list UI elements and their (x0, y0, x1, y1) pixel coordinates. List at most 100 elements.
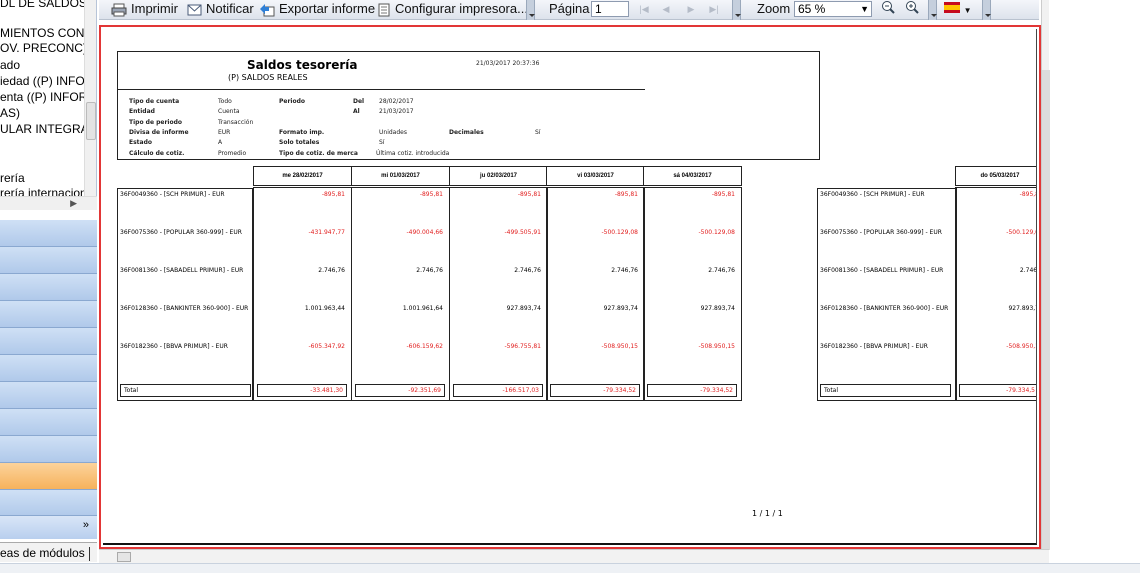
tree-item[interactable]: MIENTOS CONC (0, 26, 93, 41)
account-name: 36F0128360 - [BANKINTER 360-900] - EUR (820, 305, 949, 312)
export-report-button[interactable]: Exportar informe (259, 0, 375, 19)
tree-item[interactable]: DL DE SALDOS) (0, 0, 91, 11)
viewer-horizontal-scrollbar[interactable] (99, 549, 1049, 563)
balance-value: -895,81 (711, 191, 735, 198)
balance-value: 1.001.963,44 (304, 305, 345, 312)
module-button[interactable] (0, 409, 97, 436)
module-button[interactable] (0, 355, 97, 382)
module-overflow-bar[interactable]: » (0, 515, 97, 539)
scroll-thumb[interactable] (1042, 70, 1050, 550)
toolbar-grip[interactable] (732, 0, 741, 20)
total-value: -79.334,52 (550, 384, 640, 397)
balance-value: -895,81 (419, 191, 443, 198)
account-name: 36F0128360 - [BANKINTER 360-900] - EUR (120, 305, 249, 312)
module-button[interactable] (0, 436, 97, 463)
report-toolbar: Imprimir Notificar Exportar informe Conf… (99, 0, 1039, 20)
balance-value: -500.129,08 (698, 229, 735, 236)
zoom-in-button[interactable] (905, 0, 919, 19)
page-number-input[interactable]: 1 (591, 1, 629, 17)
viewer-vertical-scrollbar[interactable] (1041, 0, 1050, 550)
balances-table: me 28/02/2017 mi 01/03/2017 ju 02/03/2017 v… (103, 29, 1037, 543)
zoom-in-icon (906, 1, 919, 14)
module-button[interactable] (0, 274, 97, 301)
account-name: 36F0081360 - [SABADELL PRIMUR] - EUR (820, 267, 944, 274)
module-button[interactable] (0, 328, 97, 355)
column-header: mi 01/03/2017 (351, 166, 450, 186)
balance-value: 927.893,74 (603, 305, 638, 312)
report-page: Saldos tesorería (P) SALDOS REALES 21/03… (103, 29, 1037, 545)
balance-value: -499.505,91 (504, 229, 541, 236)
balance-value: -508.950,1 (1006, 343, 1037, 350)
toolbar-grip[interactable] (928, 0, 937, 20)
print-label: Imprimir (131, 1, 178, 16)
previous-page-icon[interactable]: ◀ (659, 2, 673, 16)
total-value: -79.334,5 (959, 384, 1036, 397)
total-value: -166.517,03 (453, 384, 543, 397)
last-page-icon[interactable]: ▶| (707, 2, 721, 16)
tree-horizontal-scrollbar[interactable]: ▶ (0, 196, 97, 210)
modules-tab-label: eas de módulos (0, 546, 85, 560)
modules-tab[interactable]: eas de módulos (0, 542, 97, 562)
navigation-tree[interactable]: DL DE SALDOS) MIENTOS CONC OV. PRECONC) … (0, 0, 97, 196)
tree-item[interactable]: OV. PRECONC) (0, 41, 87, 56)
balance-value: 927.893,74 (700, 305, 735, 312)
tree-item[interactable]: rería (0, 171, 25, 186)
notify-button[interactable]: Notificar (187, 0, 254, 19)
dropdown-arrow-icon[interactable]: ▼ (964, 6, 972, 15)
balance-value: 2.746, (1019, 267, 1037, 274)
configure-printer-button[interactable]: Configurar impresora... (377, 0, 528, 19)
tree-vertical-scrollbar[interactable] (84, 0, 96, 196)
balance-value: -895,81 (517, 191, 541, 198)
scroll-thumb[interactable] (117, 552, 131, 562)
total-label: Total (120, 384, 251, 397)
tree-item[interactable]: ado (0, 58, 20, 73)
total-value: -33.481,30 (257, 384, 347, 397)
account-name: 36F0182360 - [BBVA PRIMUR] - EUR (820, 343, 928, 350)
language-selector[interactable]: ▼ (944, 0, 972, 19)
balance-value: 2.746,76 (708, 267, 735, 274)
balance-value: 2.746,76 (318, 267, 345, 274)
column-header: do 05/03/2017 (955, 166, 1036, 186)
tree-item[interactable]: AS) (0, 106, 20, 121)
first-page-icon[interactable]: |◀ (637, 2, 651, 16)
tree-item[interactable]: rería internacion (0, 186, 87, 196)
column-header: sá 04/03/2017 (643, 166, 742, 186)
page-setup-icon (378, 3, 390, 17)
scroll-thumb[interactable] (86, 102, 96, 140)
balance-value: 2.746,76 (611, 267, 638, 274)
balance-value: -490.004,66 (406, 229, 443, 236)
module-button[interactable] (0, 490, 97, 517)
export-icon (260, 3, 275, 17)
module-button[interactable] (0, 382, 97, 409)
tree-item[interactable]: iedad ((P) INFOR (0, 74, 93, 89)
toolbar-grip[interactable] (526, 0, 535, 20)
config-label: Configurar impresora... (395, 1, 528, 16)
balance-value: 927.893,74 (506, 305, 541, 312)
module-button[interactable] (0, 247, 97, 274)
tree-item[interactable]: enta ((P) INFORM (0, 90, 96, 105)
balance-value: -596.755,81 (504, 343, 541, 350)
next-page-icon[interactable]: ▶ (684, 2, 698, 16)
column-header: me 28/02/2017 (253, 166, 352, 186)
zoom-out-button[interactable] (881, 0, 895, 19)
dropdown-arrow-icon[interactable]: ▼ (860, 2, 869, 16)
module-button-selected[interactable] (0, 463, 97, 490)
account-name: 36F0081360 - [SABADELL PRIMUR] - EUR (120, 267, 244, 274)
print-button[interactable]: Imprimir (111, 0, 178, 19)
envelope-icon (187, 4, 202, 16)
account-name: 36F0049360 - [SCH PRIMUR] - EUR (120, 191, 225, 198)
double-chevron-icon[interactable]: » (83, 519, 89, 531)
balance-value: -895,81 (614, 191, 638, 198)
scroll-right-icon[interactable]: ▶ (70, 198, 77, 209)
column-header: vi 03/03/2017 (546, 166, 645, 186)
account-name: 36F0075360 - [POPULAR 360-999] - EUR (820, 229, 942, 236)
balance-value: -500.129,0 (1006, 229, 1037, 236)
spain-flag-icon (944, 2, 960, 13)
module-button[interactable] (0, 301, 97, 328)
value-column (351, 187, 450, 401)
tree-item[interactable]: ULAR INTEGRA (0, 122, 89, 137)
module-button[interactable] (0, 220, 97, 247)
account-name: 36F0182360 - [BBVA PRIMUR] - EUR (120, 343, 228, 350)
zoom-select[interactable]: 65 % ▼ (794, 1, 872, 17)
toolbar-grip[interactable] (982, 0, 991, 20)
